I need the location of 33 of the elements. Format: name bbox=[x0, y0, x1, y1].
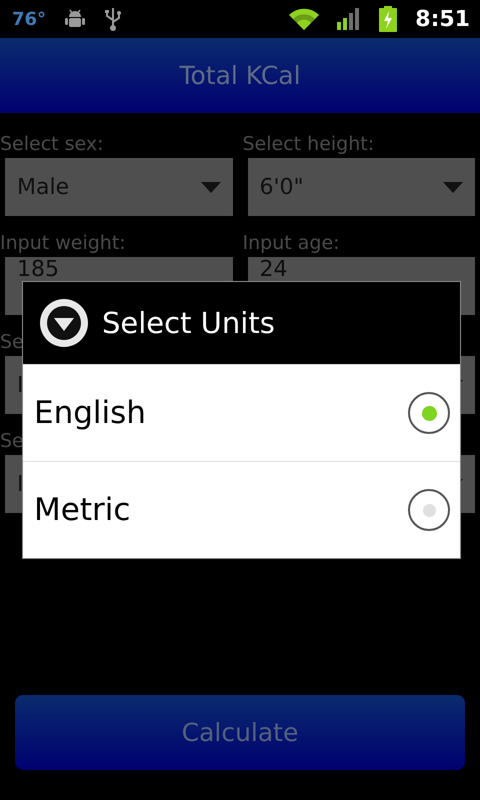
radio-button[interactable] bbox=[408, 392, 450, 434]
battery-charging-icon bbox=[379, 6, 398, 32]
option-label: Metric bbox=[34, 492, 130, 528]
radio-button[interactable] bbox=[408, 489, 450, 531]
field-label: Select sex: bbox=[0, 132, 105, 157]
usb-icon bbox=[104, 6, 122, 32]
dropdown[interactable]: Male bbox=[5, 158, 232, 216]
field-label: Se bbox=[0, 429, 25, 454]
temperature-text: 76° bbox=[12, 8, 46, 30]
clock-text: 8:51 bbox=[415, 6, 470, 32]
field-label: Select height: bbox=[242, 132, 376, 157]
dropdown-value: I bbox=[17, 372, 24, 398]
dialog-title: Select Units bbox=[102, 306, 275, 340]
app-title: Total KCal bbox=[179, 61, 301, 90]
robot-icon bbox=[64, 9, 86, 29]
signal-icon bbox=[337, 8, 362, 30]
dropdown[interactable]: 6'0" bbox=[248, 158, 475, 216]
input-value: 24 bbox=[260, 258, 288, 282]
wifi-icon bbox=[289, 8, 320, 30]
option-row[interactable]: English bbox=[23, 364, 460, 461]
caret-icon bbox=[200, 182, 220, 192]
dropdown-circle-icon bbox=[40, 299, 88, 347]
field-label: Se bbox=[0, 330, 25, 355]
dropdown-value: Male bbox=[17, 174, 70, 200]
field-label: Input age: bbox=[242, 231, 341, 256]
option-row[interactable]: Metric bbox=[23, 461, 460, 558]
calculate-button[interactable]: Calculate bbox=[15, 695, 465, 770]
dropdown-value: 6'0" bbox=[260, 174, 304, 200]
input-value: 185 bbox=[17, 258, 59, 282]
dropdown-value: I bbox=[17, 472, 24, 496]
field-label: Input weight: bbox=[0, 231, 127, 256]
option-label: English bbox=[34, 395, 146, 431]
caret-icon bbox=[443, 182, 463, 192]
